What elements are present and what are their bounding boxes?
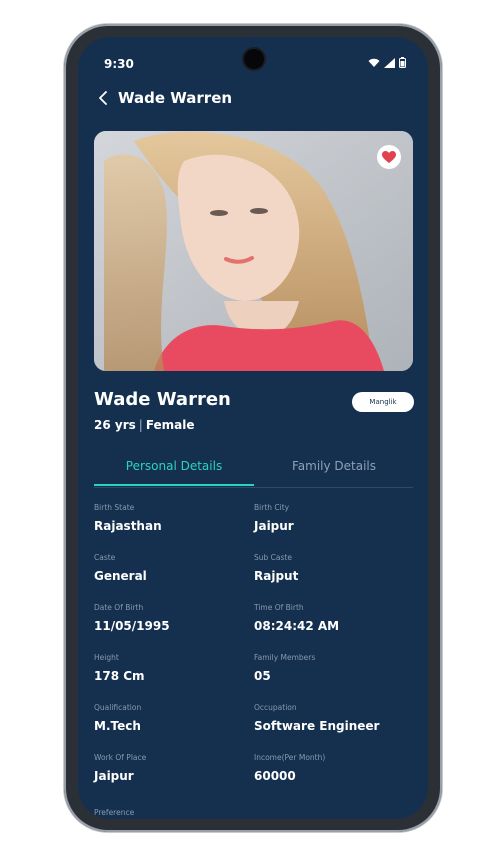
detail-value: 11/05/1995	[94, 619, 170, 633]
personal-details-grid: Birth State Rajasthan Birth City Jaipur …	[94, 503, 413, 803]
detail-work-of-place: Work Of Place Jaipur	[94, 753, 254, 783]
detail-income: Income(Per Month) 60000	[254, 753, 414, 783]
detail-occupation: Occupation Software Engineer	[254, 703, 414, 733]
detail-value: Jaipur	[94, 769, 134, 783]
detail-value: Software Engineer	[254, 719, 380, 733]
detail-label: Occupation	[254, 703, 297, 712]
page-title: Wade Warren	[118, 89, 233, 107]
details-row: Birth State Rajasthan Birth City Jaipur	[94, 503, 413, 553]
detail-birth-city: Birth City Jaipur	[254, 503, 414, 533]
detail-value: Jaipur	[254, 519, 294, 533]
detail-value: 60000	[254, 769, 296, 783]
wifi-icon	[368, 58, 380, 67]
details-row: Height 178 Cm Family Members 05	[94, 653, 413, 703]
detail-label: Qualification	[94, 703, 142, 712]
chevron-left-icon[interactable]	[98, 91, 108, 105]
details-row: Qualification M.Tech Occupation Software…	[94, 703, 413, 753]
detail-value: 05	[254, 669, 271, 683]
battery-icon	[399, 57, 406, 68]
detail-label: Family Members	[254, 653, 316, 662]
detail-qualification: Qualification M.Tech	[94, 703, 254, 733]
details-tabs: Personal Details Family Details	[94, 455, 413, 488]
tab-family-details[interactable]: Family Details	[254, 455, 414, 486]
profile-photo	[94, 131, 413, 371]
top-app-bar: Wade Warren	[98, 89, 232, 107]
heart-icon	[382, 150, 396, 163]
detail-value: General	[94, 569, 147, 583]
detail-family-members: Family Members 05	[254, 653, 414, 683]
status-time: 9:30	[104, 57, 134, 71]
detail-height: Height 178 Cm	[94, 653, 254, 683]
detail-birth-state: Birth State Rajasthan	[94, 503, 254, 533]
detail-caste: Caste General	[94, 553, 254, 583]
profile-gender: Female	[145, 418, 195, 432]
detail-sub-caste: Sub Caste Rajput	[254, 553, 414, 583]
detail-value: Rajasthan	[94, 519, 162, 533]
details-row: Caste General Sub Caste Rajput	[94, 553, 413, 603]
detail-label: Work Of Place	[94, 753, 147, 762]
app-screen: 9:30 Wade Warren Wade Warren 26 yrs | Fe…	[78, 37, 428, 819]
profile-name: Wade Warren	[94, 389, 231, 410]
status-icons	[368, 57, 406, 68]
detail-value: Rajput	[254, 569, 299, 583]
detail-label: Birth State	[94, 503, 135, 512]
tab-personal-details[interactable]: Personal Details	[94, 455, 254, 486]
detail-label: Height	[94, 653, 119, 662]
profile-age: 26 yrs	[94, 418, 136, 432]
detail-date-of-birth: Date Of Birth 11/05/1995	[94, 603, 254, 633]
manglik-badge: Manglik	[352, 392, 414, 412]
meta-separator: |	[138, 418, 143, 432]
detail-label: Income(Per Month)	[254, 753, 326, 762]
front-camera	[244, 49, 264, 69]
favorite-button[interactable]	[377, 145, 401, 169]
detail-label: Time Of Birth	[254, 603, 304, 612]
detail-label: Date Of Birth	[94, 603, 144, 612]
profile-photo-illustration	[94, 131, 413, 371]
detail-value: 08:24:42 AM	[254, 619, 340, 633]
detail-label: Sub Caste	[254, 553, 292, 562]
detail-label: Caste	[94, 553, 116, 562]
detail-value: 178 Cm	[94, 669, 145, 683]
details-row: Date Of Birth 11/05/1995 Time Of Birth 0…	[94, 603, 413, 653]
detail-time-of-birth: Time Of Birth 08:24:42 AM	[254, 603, 414, 633]
detail-label: Birth City	[254, 503, 290, 512]
detail-value: M.Tech	[94, 719, 141, 733]
profile-meta: 26 yrs | Female	[94, 418, 195, 432]
signal-icon	[384, 57, 395, 68]
details-row: Work Of Place Jaipur Income(Per Month) 6…	[94, 753, 413, 803]
detail-preference-label: Preference	[94, 808, 135, 817]
